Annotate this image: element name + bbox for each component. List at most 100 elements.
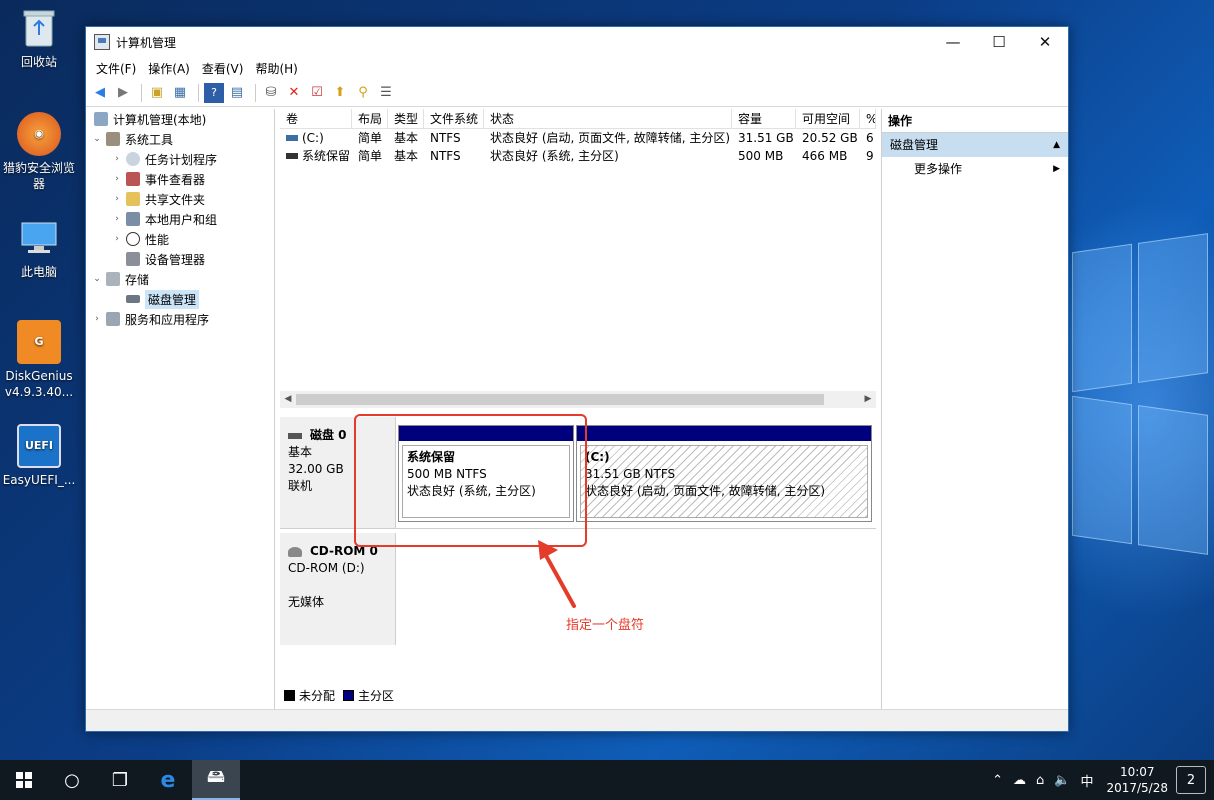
horizontal-scrollbar[interactable]: ◀ ▶ (280, 391, 876, 408)
disk-icon (288, 432, 302, 439)
volume-icon[interactable]: 🔈 (1054, 773, 1070, 788)
maximize-button[interactable]: ☐ (976, 27, 1022, 57)
minimize-button[interactable]: — (930, 27, 976, 57)
collapse-up-icon[interactable]: ▲ (1053, 133, 1060, 157)
forward-arrow-icon[interactable]: ▶ (113, 83, 133, 103)
tree-item-shared-folders[interactable]: › 共享文件夹 (87, 189, 274, 209)
system-tray: ⌃ ☁ ⌂ 🔈 中 10:07 2017/5/28 2 (987, 760, 1214, 800)
tree-item-disk-management[interactable]: 磁盘管理 (87, 289, 274, 309)
tree-item-device-manager[interactable]: 设备管理器 (87, 249, 274, 269)
annotation-text: 指定一个盘符 (566, 618, 645, 633)
help-icon[interactable]: ? (204, 82, 224, 103)
delete-icon[interactable]: ✕ (284, 83, 304, 103)
disk-label[interactable]: CD-ROM 0 CD-ROM (D:) 无媒体 (280, 533, 396, 645)
import-icon[interactable]: ⬆ (330, 83, 350, 103)
tree-item-performance[interactable]: › 性能 (87, 229, 274, 249)
more-actions[interactable]: 更多操作 ▶ (882, 157, 1068, 181)
tree-item-services-apps[interactable]: › 服务和应用程序 (87, 309, 274, 329)
legend-swatch-unallocated (284, 690, 295, 701)
back-arrow-icon[interactable]: ◀ (90, 83, 110, 103)
search-button[interactable]: ○ (48, 760, 96, 800)
menu-help[interactable]: 帮助(H) (249, 60, 303, 77)
desktop-icon-recycle-bin[interactable]: 回收站 (0, 6, 78, 70)
cell-status: 状态良好 (系统, 主分区) (490, 149, 619, 163)
start-button[interactable] (0, 760, 48, 800)
computer-management-taskbar-button[interactable]: 🖴 (192, 760, 240, 800)
device-manager-icon (126, 252, 140, 266)
volume-table-header: 卷 布局 类型 文件系统 状态 容量 可用空间 % (280, 109, 876, 129)
show-hide-tree-icon[interactable]: ▦ (170, 83, 190, 103)
disk-icon (126, 295, 140, 303)
column-header-volume[interactable]: 卷 (280, 109, 352, 128)
scroll-left-icon[interactable]: ◀ (280, 391, 296, 408)
desktop-icon-label: DiskGenius v4.9.3.40... (4, 369, 74, 399)
column-header-layout[interactable]: 布局 (352, 109, 388, 128)
edge-icon: e (160, 767, 176, 793)
column-header-filesystem[interactable]: 文件系统 (424, 109, 484, 128)
chevron-right-icon[interactable]: › (91, 314, 103, 324)
chevron-down-icon[interactable]: ⌄ (91, 274, 103, 284)
up-folder-icon[interactable]: ▣ (147, 83, 167, 103)
chevron-down-icon[interactable]: ⌄ (91, 134, 103, 144)
tree-item-event-viewer[interactable]: › 事件查看器 (87, 169, 274, 189)
cell-free-space: 20.52 GB (802, 131, 858, 145)
search-icon[interactable]: ⚲ (353, 83, 373, 103)
cell-type: 基本 (394, 131, 419, 145)
cell-capacity: 500 MB (738, 149, 784, 163)
navigation-tree: 计算机管理(本地) ⌄ 系统工具 › 任务计划程序 › 事件查看器 › 共享文件… (87, 109, 275, 709)
this-pc-icon (17, 216, 61, 260)
cloud-icon[interactable]: ☁ (1013, 773, 1026, 788)
connect-drive-icon[interactable]: ⛁ (261, 83, 281, 103)
task-view-button[interactable]: ❐ (96, 760, 144, 800)
toolbar-separator (141, 83, 142, 102)
table-row[interactable]: 系统保留 简单 基本 NTFS 状态良好 (系统, 主分区) 500 MB 46… (280, 147, 876, 165)
scroll-right-icon[interactable]: ▶ (860, 391, 876, 408)
disk-type: CD-ROM (D:) (288, 561, 365, 575)
menu-file[interactable]: 文件(F) (90, 60, 142, 77)
actions-section-disk-management[interactable]: 磁盘管理 ▲ (882, 133, 1068, 157)
scrollbar-thumb[interactable] (296, 394, 824, 405)
annotation-highlight-box (354, 414, 587, 547)
chevron-right-icon[interactable]: › (111, 174, 123, 184)
menu-action[interactable]: 操作(A) (142, 60, 196, 77)
tree-item-task-scheduler[interactable]: › 任务计划程序 (87, 149, 274, 169)
properties-icon[interactable]: ☑ (307, 83, 327, 103)
chevron-right-icon[interactable]: › (111, 234, 123, 244)
notification-center-button[interactable]: 2 (1176, 766, 1206, 794)
column-header-percent[interactable]: % (860, 109, 876, 128)
services-icon (106, 312, 120, 326)
partition-c-drive[interactable]: (C:) 31.51 GB NTFS 状态良好 (启动, 页面文件, 故障转储,… (576, 425, 872, 522)
clock[interactable]: 10:07 2017/5/28 (1106, 764, 1168, 796)
tree-item-root[interactable]: 计算机管理(本地) (87, 109, 274, 129)
easyuefi-icon: UEFI (17, 424, 61, 468)
menu-view[interactable]: 查看(V) (196, 60, 250, 77)
column-header-status[interactable]: 状态 (484, 109, 732, 128)
edge-browser-button[interactable]: e (144, 760, 192, 800)
cortana-circle-icon: ○ (64, 769, 80, 791)
chevron-right-icon[interactable]: › (111, 154, 123, 164)
view-pane-icon[interactable]: ▤ (227, 83, 247, 103)
chevron-right-icon[interactable]: › (111, 194, 123, 204)
tree-item-storage[interactable]: ⌄ 存储 (87, 269, 274, 289)
table-row[interactable]: (C:) 简单 基本 NTFS 状态良好 (启动, 页面文件, 故障转储, 主分… (280, 129, 876, 147)
ime-indicator[interactable]: 中 (1080, 771, 1093, 790)
desktop-icon-diskgenius[interactable]: G DiskGenius v4.9.3.40... (0, 320, 78, 400)
list-view-icon[interactable]: ☰ (376, 83, 396, 103)
chevron-right-icon[interactable]: › (111, 214, 123, 224)
chevron-up-icon[interactable]: ⌃ (992, 773, 1003, 788)
column-header-capacity[interactable]: 容量 (732, 109, 796, 128)
desktop-icon-cheetah-browser[interactable]: ◉ 猎豹安全浏览器 (0, 112, 78, 192)
computer-management-icon: 🖴 (206, 766, 226, 787)
legend-swatch-primary (343, 690, 355, 701)
task-view-icon: ❐ (111, 769, 129, 791)
desktop-icon-easyuefi[interactable]: UEFI EasyUEFI_... (0, 424, 78, 488)
desktop-icon-this-pc[interactable]: 此电脑 (0, 216, 78, 280)
column-header-type[interactable]: 类型 (388, 109, 424, 128)
close-button[interactable]: ✕ (1022, 27, 1068, 57)
column-header-free-space[interactable]: 可用空间 (796, 109, 860, 128)
network-icon[interactable]: ⌂ (1036, 773, 1044, 788)
cell-layout: 简单 (358, 149, 383, 163)
tree-item-system-tools[interactable]: ⌄ 系统工具 (87, 129, 274, 149)
desktop-icon-label: EasyUEFI_... (2, 473, 76, 487)
tree-item-local-users[interactable]: › 本地用户和组 (87, 209, 274, 229)
